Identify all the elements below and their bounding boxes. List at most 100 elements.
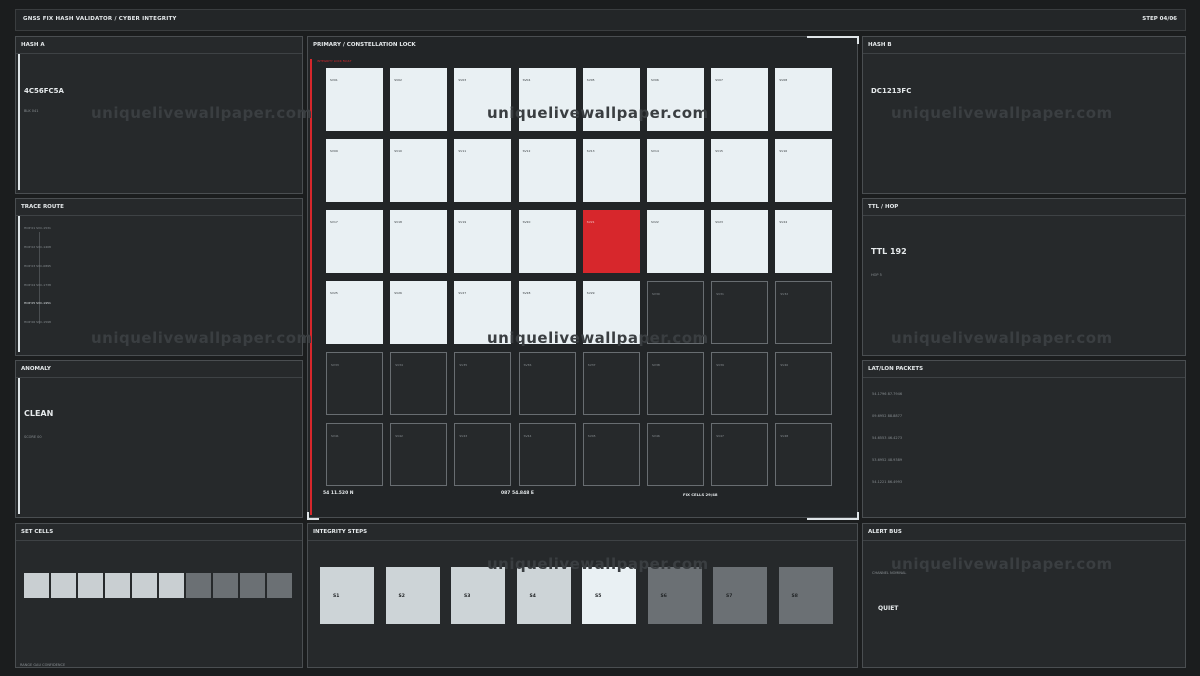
set-cell	[24, 573, 49, 598]
sv-cell-label: SV42	[395, 434, 403, 438]
sv-cell-sv16[interactable]: SV16	[775, 139, 833, 202]
sv-cell-label: SV03	[458, 78, 467, 82]
sv-cell-label: SV20	[522, 220, 531, 224]
watermark: uniquelivewallpaper.com	[487, 555, 709, 573]
sv-cell-sv36[interactable]: SV36	[518, 352, 576, 415]
sv-cell-sv31[interactable]: SV31	[711, 281, 769, 344]
sv-cell-sv45[interactable]: SV45	[582, 423, 640, 486]
set-cell	[78, 573, 103, 598]
sv-cell-sv02[interactable]: SV02	[390, 68, 448, 131]
integrity-step-label: S7	[726, 594, 733, 599]
corner-bracket	[807, 36, 859, 44]
watermark: uniquelivewallpaper.com	[487, 104, 709, 122]
sv-cell-label: SV25	[330, 291, 338, 295]
sv-cell-label: SV01	[330, 78, 338, 82]
trace-hop: HOP 03 SVC-0895	[24, 264, 51, 268]
integrity-step-s2: S2	[385, 567, 440, 624]
sv-cell-sv01[interactable]: SV01	[326, 68, 383, 131]
sv-cell-sv22[interactable]: SV22	[647, 210, 704, 273]
sv-cell-sv23[interactable]: SV23	[711, 210, 769, 273]
watermark: uniquelivewallpaper.com	[891, 555, 1113, 573]
ttl-title: TTL / HOP	[868, 204, 899, 210]
sv-cell-label: SV29	[586, 291, 595, 295]
sv-cell-sv41[interactable]: SV41	[326, 423, 383, 486]
sv-cell-sv47[interactable]: SV47	[711, 423, 769, 486]
latlon-title: LAT/LON PACKETS	[868, 366, 924, 372]
sv-cell-label: SV02	[394, 78, 402, 82]
sv-cell-sv42[interactable]: SV42	[390, 423, 448, 486]
sv-cell-label: SV16	[779, 149, 788, 153]
sv-cell-sv14[interactable]: SV14	[647, 139, 704, 202]
sv-cell-sv20[interactable]: SV20	[518, 210, 576, 273]
sv-cell-label: SV13	[586, 149, 595, 153]
set-cell	[105, 573, 130, 598]
sv-cell-label: SV06	[651, 78, 659, 82]
hash-a-sub: BLK 041	[24, 109, 39, 113]
sv-cell-label: SV27	[458, 291, 467, 295]
sv-cell-label: SV48	[780, 434, 789, 438]
integrity-title: INTEGRITY STEPS	[313, 529, 368, 535]
sv-cell-label: SV17	[330, 220, 338, 224]
sv-cell-sv07[interactable]: SV07	[711, 68, 769, 131]
sv-cell-sv32[interactable]: SV32	[775, 281, 833, 344]
sv-cell-sv11[interactable]: SV11	[454, 139, 512, 202]
sv-cell-sv43[interactable]: SV43	[454, 423, 512, 486]
integrity-step-s8: S8	[778, 567, 833, 624]
sv-cell-sv46[interactable]: SV46	[647, 423, 704, 486]
integrity-step-s5: S5	[582, 567, 636, 624]
sv-cell-sv35[interactable]: SV35	[454, 352, 512, 415]
integrity-step-label: S3	[464, 594, 471, 599]
set-cell	[213, 573, 238, 598]
integrity-step-label: S2	[398, 594, 405, 599]
sv-cell-sv24[interactable]: SV24	[775, 210, 833, 273]
corner-bracket	[807, 512, 859, 520]
sv-cell-sv40[interactable]: SV40	[775, 352, 833, 415]
sv-cell-sv19[interactable]: SV19	[454, 210, 512, 273]
sv-cell-sv18[interactable]: SV18	[390, 210, 448, 273]
sv-cell-sv34[interactable]: SV34	[390, 352, 448, 415]
sv-cell-sv13[interactable]: SV13	[582, 139, 640, 202]
sv-cell-label: SV46	[652, 434, 660, 438]
sv-cell-sv09[interactable]: SV09	[326, 139, 383, 202]
anomaly-panel: ANOMALY CLEAN SCORE 00	[15, 360, 303, 518]
sv-cell-label: SV38	[652, 363, 660, 367]
sv-cell-label: SV09	[330, 149, 338, 153]
packet-item: 09.6952 88.8877	[872, 414, 903, 418]
sv-cell-label: SV14	[651, 149, 659, 153]
sv-cell-sv37[interactable]: SV37	[582, 352, 640, 415]
sv-cell-sv26[interactable]: SV26	[390, 281, 448, 344]
sv-cell-label: SV18	[394, 220, 402, 224]
set-cell	[132, 573, 157, 598]
sv-cell-sv12[interactable]: SV12	[518, 139, 576, 202]
integrity-step-label: S4	[529, 594, 536, 599]
step-indicator: STEP 04/06	[1142, 16, 1177, 22]
sv-cell-sv08[interactable]: SV08	[775, 68, 833, 131]
constellation-title: PRIMARY / CONSTELLATION LOCK	[313, 42, 416, 48]
sv-cell-sv21[interactable]: SV21	[582, 210, 640, 273]
sv-cell-sv15[interactable]: SV15	[711, 139, 769, 202]
sv-cell-label: SV47	[716, 434, 724, 438]
sv-cell-sv39[interactable]: SV39	[711, 352, 769, 415]
sv-cell-sv48[interactable]: SV48	[775, 423, 833, 486]
set-cell	[51, 573, 76, 598]
sv-cell-sv44[interactable]: SV44	[518, 423, 576, 486]
watermark: uniquelivewallpaper.com	[891, 104, 1113, 122]
sv-cell-label: SV43	[459, 434, 468, 438]
sv-cell-sv10[interactable]: SV10	[390, 139, 448, 202]
sv-cell-sv38[interactable]: SV38	[647, 352, 704, 415]
hash-a-value: 4C56FC5A	[24, 87, 64, 95]
set-cell	[159, 573, 184, 598]
sv-cell-sv33[interactable]: SV33	[326, 352, 383, 415]
sv-cell-label: SV45	[587, 434, 596, 438]
sv-cell-sv25[interactable]: SV25	[326, 281, 383, 344]
trace-hop-active: HOP 05 SVC-1951	[24, 301, 51, 305]
trace-hop: HOP 04 SVC-1738	[24, 283, 51, 287]
alert-bus-title: ALERT BUS	[868, 529, 902, 535]
hash-b-value: DC1213FC	[871, 87, 912, 95]
sv-cell-sv17[interactable]: SV17	[326, 210, 383, 273]
packet-item: 53.6952 48.9389	[872, 458, 903, 462]
packet-item: 54.6553 46.4273	[872, 436, 903, 440]
sv-cell-label: SV37	[587, 363, 596, 367]
sv-cell-label: SV05	[586, 78, 595, 82]
ttl-value: TTL 192	[871, 247, 907, 256]
